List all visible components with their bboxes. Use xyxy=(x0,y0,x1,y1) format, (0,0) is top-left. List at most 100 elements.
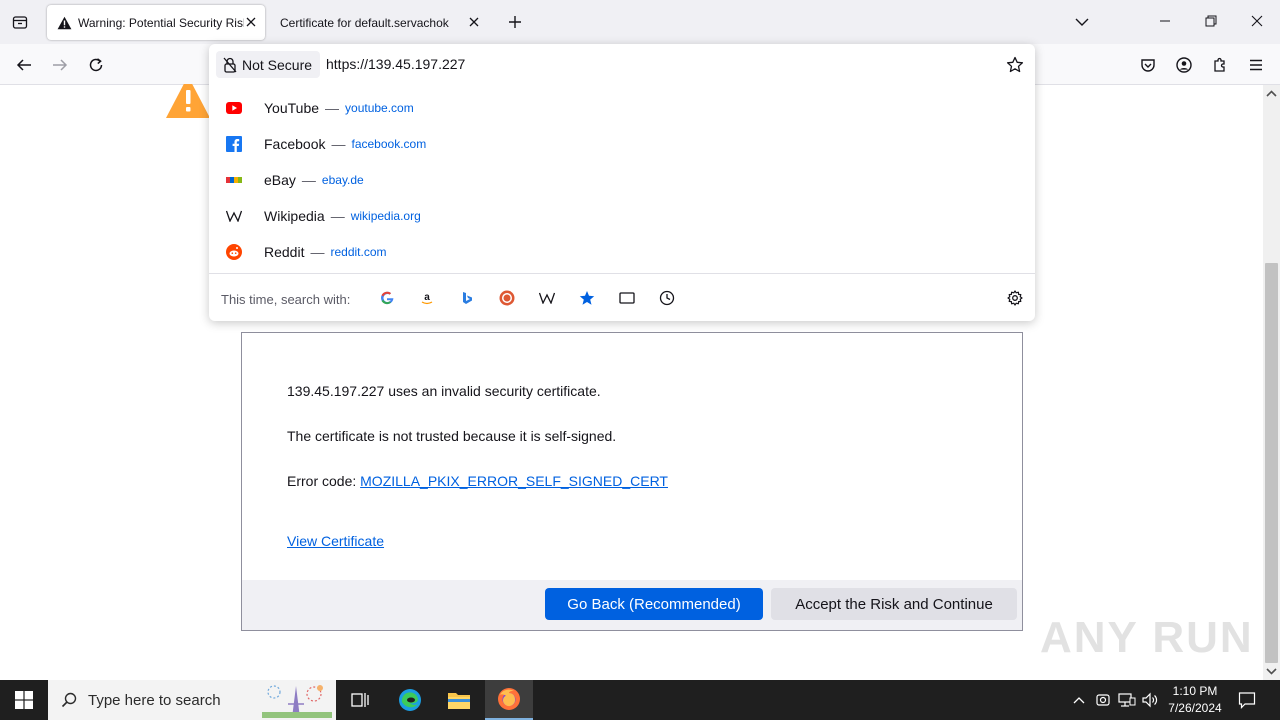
clock-date: 7/26/2024 xyxy=(1168,701,1222,715)
tab-title: Certificate for default.servachok xyxy=(280,15,449,30)
task-view-icon xyxy=(351,693,369,707)
suggestion-facebook[interactable]: Facebook — facebook.com xyxy=(221,130,1021,158)
anyrun-watermark: ANY RUN xyxy=(1040,613,1254,662)
hamburger-menu-icon xyxy=(1250,59,1262,71)
warning-icon xyxy=(56,15,72,31)
show-hidden-icons-button[interactable] xyxy=(1070,691,1088,709)
duckduckgo-icon[interactable] xyxy=(497,288,517,308)
separator: — xyxy=(331,136,346,152)
tab-list-icon xyxy=(12,16,28,29)
folder-icon xyxy=(448,693,470,709)
forward-button[interactable] xyxy=(47,52,73,78)
accept-risk-button[interactable]: Accept the Risk and Continue xyxy=(771,588,1017,620)
scroll-thumb[interactable] xyxy=(1265,263,1278,663)
error-code-line: Error code: MOZILLA_PKIX_ERROR_SELF_SIGN… xyxy=(287,473,668,489)
separator: — xyxy=(330,208,345,224)
firefox-taskbar-button[interactable] xyxy=(485,680,533,720)
google-icon[interactable] xyxy=(377,288,397,308)
pocket-icon xyxy=(1141,59,1155,72)
minimize-icon xyxy=(1160,20,1170,22)
broken-lock-icon xyxy=(222,57,238,73)
scroll-up-icon[interactable] xyxy=(1266,88,1277,99)
network-icon xyxy=(1118,693,1136,707)
go-back-button[interactable]: Go Back (Recommended) xyxy=(545,588,763,620)
plus-icon xyxy=(509,16,521,28)
separator: — xyxy=(310,244,325,260)
tab-security-warning[interactable]: Warning: Potential Security Risk Ahead xyxy=(47,5,265,40)
camera-icon xyxy=(1096,694,1110,706)
scroll-down-icon[interactable] xyxy=(1266,666,1277,677)
account-button[interactable] xyxy=(1171,52,1197,78)
not-secure-label: Not Secure xyxy=(242,56,313,73)
close-tab-icon[interactable] xyxy=(243,14,259,30)
search-with-label: This time, search with: xyxy=(221,292,351,307)
tab-strip: Warning: Potential Security Risk Ahead C… xyxy=(0,0,1280,44)
minimize-button[interactable] xyxy=(1150,6,1180,36)
tabs-icon[interactable] xyxy=(617,288,637,308)
view-certificate-link[interactable]: View Certificate xyxy=(287,533,384,549)
chevron-up-icon xyxy=(1073,697,1085,704)
tabs-overflow-button[interactable] xyxy=(1070,10,1094,34)
suggestion-url: wikipedia.org xyxy=(350,209,421,223)
restore-button[interactable] xyxy=(1196,6,1226,36)
close-window-button[interactable] xyxy=(1242,6,1272,36)
wikipedia-icon[interactable] xyxy=(537,288,557,308)
search-highlight-illustration xyxy=(262,685,332,718)
reload-button[interactable] xyxy=(83,52,109,78)
task-view-button[interactable] xyxy=(336,680,384,720)
network-button[interactable] xyxy=(1118,691,1136,709)
arrow-right-icon xyxy=(53,59,68,71)
action-center-button[interactable] xyxy=(1236,689,1258,711)
start-button[interactable] xyxy=(0,680,48,720)
firefox-icon xyxy=(498,688,520,710)
facebook-icon xyxy=(226,136,242,152)
search-one-offs: This time, search with: a xyxy=(209,273,1035,321)
suggestion-title: YouTube xyxy=(264,100,320,116)
reddit-icon xyxy=(226,244,242,260)
taskbar-clock[interactable]: 1:10 PM 7/26/2024 xyxy=(1162,683,1228,717)
url-input[interactable]: https://139.45.197.227 xyxy=(326,56,465,72)
suggestion-youtube[interactable]: YouTube — youtube.com xyxy=(221,94,1021,122)
bookmark-star-button[interactable] xyxy=(1005,55,1025,75)
page-scrollbar[interactable] xyxy=(1263,85,1280,680)
separator: — xyxy=(301,172,316,188)
search-settings-button[interactable] xyxy=(1005,288,1025,308)
suggestion-reddit[interactable]: Reddit — reddit.com xyxy=(221,238,1021,266)
pocket-button[interactable] xyxy=(1135,52,1161,78)
close-tab-icon[interactable] xyxy=(466,14,482,30)
account-icon xyxy=(1176,57,1192,73)
suggestion-title: eBay xyxy=(264,172,296,188)
amazon-icon[interactable]: a xyxy=(417,288,437,308)
file-explorer-taskbar-button[interactable] xyxy=(435,680,483,720)
app-menu-button[interactable] xyxy=(1243,52,1269,78)
suggestion-title: Facebook xyxy=(264,136,326,152)
history-icon[interactable] xyxy=(657,288,677,308)
suggestion-title: Wikipedia xyxy=(264,208,325,224)
gear-icon xyxy=(1007,290,1023,306)
identity-box[interactable]: Not Secure xyxy=(216,51,321,78)
edge-icon xyxy=(399,689,421,711)
extensions-button[interactable] xyxy=(1207,52,1233,78)
youtube-icon xyxy=(226,100,242,116)
arrow-left-icon xyxy=(16,59,31,71)
suggestion-ebay[interactable]: eBay — ebay.de xyxy=(221,166,1021,194)
urlbar-popup: Not Secure https://139.45.197.227 YouTub… xyxy=(209,44,1035,321)
taskbar-search-box[interactable]: Type here to search xyxy=(48,680,336,720)
wikipedia-icon xyxy=(226,208,242,224)
edge-taskbar-button[interactable] xyxy=(386,680,434,720)
clock-time: 1:10 PM xyxy=(1172,684,1218,698)
search-placeholder: Type here to search xyxy=(88,691,221,709)
bookmarks-icon[interactable] xyxy=(577,288,597,308)
close-icon xyxy=(1251,15,1263,27)
meet-now-button[interactable] xyxy=(1094,691,1112,709)
volume-button[interactable] xyxy=(1142,691,1160,709)
tab-certificate[interactable]: Certificate for default.servachok xyxy=(270,5,488,40)
error-code-link[interactable]: MOZILLA_PKIX_ERROR_SELF_SIGNED_CERT xyxy=(360,473,668,489)
suggestion-wikipedia[interactable]: Wikipedia — wikipedia.org xyxy=(221,202,1021,230)
chevron-down-icon xyxy=(1075,18,1089,26)
new-tab-button[interactable] xyxy=(503,10,527,34)
bing-icon[interactable] xyxy=(457,288,477,308)
suggestion-url: facebook.com xyxy=(351,137,427,151)
list-all-tabs-button[interactable] xyxy=(8,10,32,34)
back-button[interactable] xyxy=(11,52,37,78)
